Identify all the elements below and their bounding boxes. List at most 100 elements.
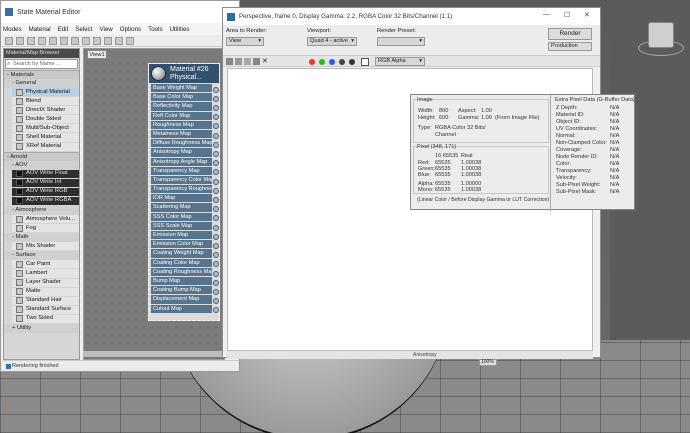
parameter-editor-icon[interactable]: [126, 36, 134, 45]
node-slot[interactable]: Cutout Map: [151, 304, 212, 314]
menu-item-view[interactable]: View: [99, 26, 112, 33]
layout-children-icon[interactable]: [104, 36, 112, 45]
node-slot[interactable]: Base Color Map: [151, 93, 212, 103]
node-slot[interactable]: Bump Map: [151, 276, 212, 287]
material-browser-item[interactable]: Atmosphere Volu...: [12, 215, 79, 225]
menu-item-utilities[interactable]: Utilities: [170, 26, 190, 33]
sme-titlebar[interactable]: State Material Editor: [1, 1, 239, 23]
node-slot[interactable]: Transparency Map: [151, 166, 212, 176]
material-browser-item[interactable]: AOV Write RGBA: [12, 196, 79, 207]
node-slot[interactable]: Transparency Roughnes...: [151, 185, 212, 195]
rfw-titlebar[interactable]: Perspective, frame 0, Display Gamma: 2.2…: [223, 8, 600, 25]
material-browser-item[interactable]: XRef Material: [12, 142, 79, 152]
slot-socket-icon[interactable]: [213, 86, 219, 93]
move-children-icon[interactable]: [60, 36, 68, 45]
node-slot[interactable]: Anisotropy Angle Map: [151, 157, 212, 167]
minimize-icon[interactable]: —: [543, 11, 550, 18]
put-to-scene-icon[interactable]: [27, 36, 35, 45]
node-slot[interactable]: SSS Scale Map: [151, 221, 212, 231]
tab-view1[interactable]: View1: [87, 50, 107, 59]
slot-socket-icon[interactable]: [213, 141, 219, 148]
node-slot[interactable]: Base Weight Map: [151, 84, 212, 94]
material-browser-item[interactable]: Fog: [12, 224, 79, 234]
copy-image-icon[interactable]: [235, 58, 242, 65]
node-slot[interactable]: Metalness Map: [151, 129, 212, 140]
slot-socket-icon[interactable]: [213, 270, 219, 277]
slot-socket-icon[interactable]: [213, 288, 219, 295]
material-browser-item[interactable]: Mix Shader: [12, 242, 79, 252]
node-slot[interactable]: IOR Map: [151, 194, 212, 204]
node-slot[interactable]: Reflectivity Map: [151, 102, 212, 112]
select-tool-icon[interactable]: [5, 36, 13, 45]
close-icon[interactable]: ✕: [584, 11, 590, 19]
material-browser-item[interactable]: Layer Shader: [12, 278, 79, 288]
area-to-render-select[interactable]: View ▾: [226, 37, 264, 46]
slot-socket-icon[interactable]: [213, 187, 219, 194]
save-image-icon[interactable]: [226, 58, 233, 65]
print-icon[interactable]: [253, 58, 260, 65]
production-select[interactable]: Production: [548, 42, 592, 51]
browser-search-input[interactable]: ⌕ Search by Name ...: [5, 59, 78, 69]
menu-item-modes[interactable]: Modes: [3, 26, 22, 33]
monochrome-icon[interactable]: [349, 59, 355, 65]
show-map-icon[interactable]: [82, 36, 90, 45]
view-horizontal-scrollbar[interactable]: [83, 351, 225, 357]
red-channel-icon[interactable]: [309, 59, 315, 65]
slot-socket-icon[interactable]: [213, 95, 219, 102]
node-slot[interactable]: Emission Color Map: [151, 240, 212, 250]
slot-socket-icon[interactable]: [213, 279, 219, 286]
green-channel-icon[interactable]: [319, 59, 325, 65]
assign-material-icon[interactable]: [38, 36, 46, 45]
material-node[interactable]: Material #26 Physical... Base Weight Map…: [148, 63, 220, 321]
node-slot[interactable]: Coating Weight Map: [151, 249, 212, 259]
node-slot[interactable]: Scattering Map: [151, 203, 212, 213]
node-slot[interactable]: Refl Color Map: [151, 111, 212, 121]
menu-item-edit[interactable]: Edit: [58, 26, 69, 33]
slot-socket-icon[interactable]: [213, 104, 219, 111]
swatch-icon[interactable]: [361, 58, 369, 66]
menu-item-select[interactable]: Select: [75, 26, 92, 33]
section-arnold[interactable]: - Arnold: [4, 151, 79, 161]
node-header[interactable]: Material #26 Physical...: [149, 64, 219, 83]
menu-item-material[interactable]: Material: [29, 26, 51, 33]
material-browser-item[interactable]: Physical Material: [12, 88, 79, 98]
clone-window-icon[interactable]: [244, 58, 251, 65]
node-slot[interactable]: Anisotropy Map: [151, 148, 212, 158]
layout-icon[interactable]: [93, 36, 101, 45]
maximize-icon[interactable]: ☐: [564, 11, 570, 19]
hide-slots-icon[interactable]: [71, 36, 79, 45]
alpha-channel-icon[interactable]: [339, 59, 345, 65]
material-map-navigator-icon[interactable]: [115, 36, 123, 45]
delete-icon[interactable]: [49, 36, 57, 45]
node-slot[interactable]: Diffuse Roughness Map: [151, 139, 212, 149]
pick-material-icon[interactable]: [16, 36, 24, 45]
clear-icon[interactable]: ✕: [262, 58, 269, 65]
section-utility[interactable]: + Utility: [4, 323, 79, 333]
node-slot[interactable]: Coating Color Map: [151, 258, 212, 268]
zoom-select[interactable]: 100%: [479, 359, 497, 366]
slot-socket-icon[interactable]: [213, 233, 219, 240]
node-slot[interactable]: Coating Bump Map: [151, 286, 212, 296]
node-slot[interactable]: Coating Roughness Map: [151, 267, 212, 277]
slot-socket-icon[interactable]: [213, 242, 219, 249]
menu-item-options[interactable]: Options: [120, 26, 141, 33]
blue-channel-icon[interactable]: [329, 59, 335, 65]
node-slot[interactable]: SSS Color Map: [151, 212, 212, 222]
node-slot[interactable]: Emission Map: [151, 231, 212, 241]
node-slot[interactable]: Roughness Map: [151, 120, 212, 130]
slot-socket-icon[interactable]: [213, 178, 219, 185]
node-slot[interactable]: Displacement Map: [151, 295, 212, 305]
slot-socket-icon[interactable]: [213, 132, 219, 139]
render-button[interactable]: Render: [548, 28, 592, 40]
material-browser-item[interactable]: Two Sided: [12, 314, 79, 324]
viewport-select[interactable]: Quad 4 - active ▾: [307, 37, 357, 46]
viewcube[interactable]: [648, 22, 674, 48]
render-preset-select[interactable]: ▾: [377, 37, 425, 46]
slot-socket-icon[interactable]: [213, 196, 219, 203]
display-channel-select[interactable]: RGB Alpha ▾: [375, 57, 425, 66]
menu-item-tools[interactable]: Tools: [148, 26, 162, 33]
slot-socket-icon[interactable]: [213, 224, 219, 231]
node-slot[interactable]: Transparency Color Map: [151, 175, 212, 186]
slot-socket-icon[interactable]: [213, 150, 219, 157]
section-materials[interactable]: - Materials: [4, 70, 79, 79]
